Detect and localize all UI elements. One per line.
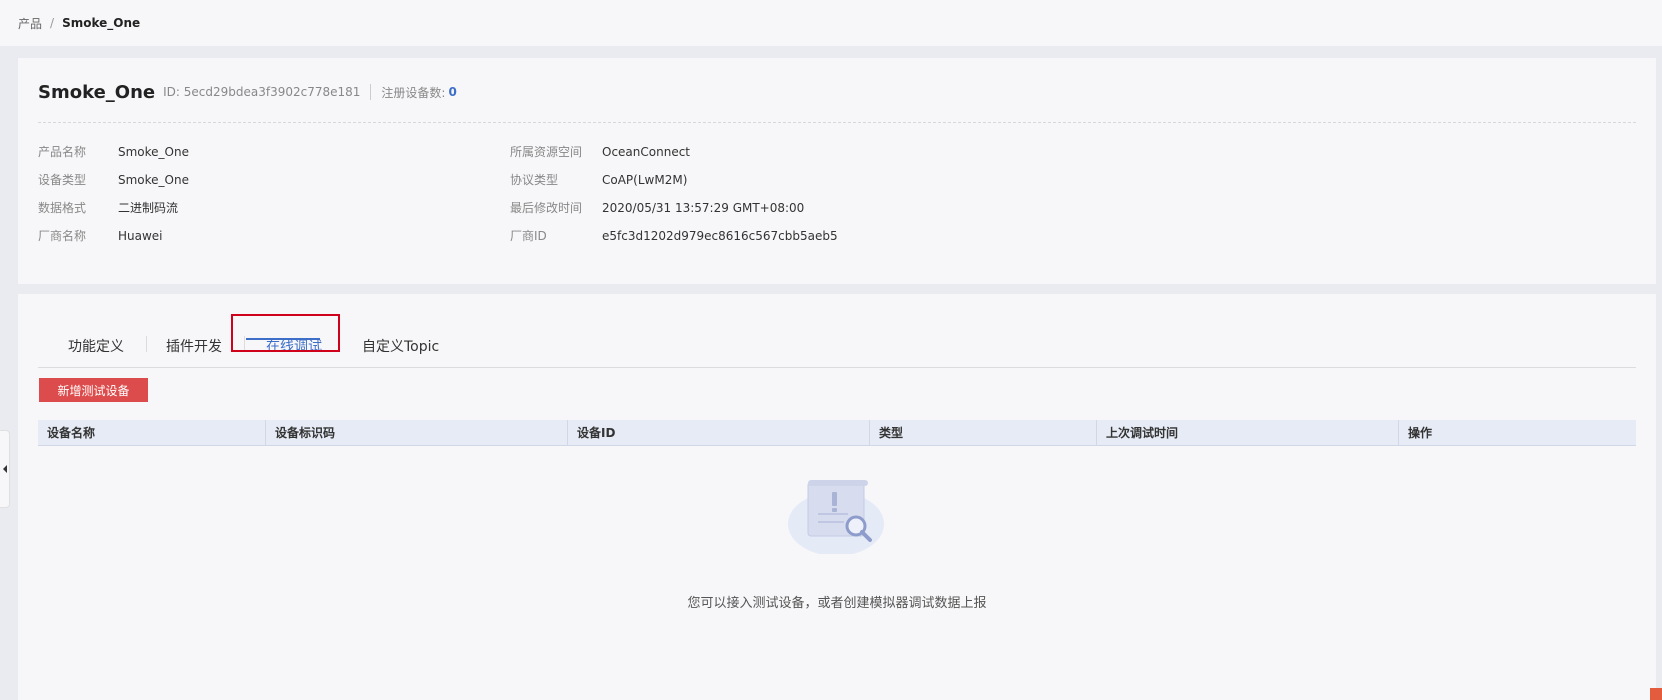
attr-last-modified: 最后修改时间 2020/05/31 13:57:29 GMT+08:00 xyxy=(510,199,804,216)
caret-left-icon xyxy=(2,465,7,473)
highlight-box xyxy=(231,314,340,352)
attr-value: 二进制码流 xyxy=(118,201,179,215)
product-id: ID: 5ecd29bdea3f3902c778e181 xyxy=(163,85,361,99)
attr-value: Smoke_One xyxy=(118,145,189,159)
column-header-device-name: 设备名称 xyxy=(47,426,96,440)
attr-manufacturer-id: 厂商ID e5fc3d1202d979ec8616c567cbb5aeb5 xyxy=(510,227,838,244)
attr-manufacturer-name: 厂商名称 Huawei xyxy=(38,227,163,244)
attr-product-name: 产品名称 Smoke_One xyxy=(38,143,189,160)
attr-protocol-type: 协议类型 CoAP(LwM2M) xyxy=(510,171,687,188)
registered-devices-count[interactable]: 0 xyxy=(448,85,456,99)
breadcrumb: 产品 / Smoke_One xyxy=(0,0,1662,46)
empty-document-search-icon xyxy=(788,480,884,554)
attr-label: 协议类型 xyxy=(510,173,559,187)
attr-value: CoAP(LwM2M) xyxy=(602,173,688,187)
tab-function-definition[interactable]: 功能定义 xyxy=(68,336,124,356)
column-header-last-debug-time: 上次调试时间 xyxy=(1096,420,1398,446)
breadcrumb-link-products[interactable]: 产品 xyxy=(18,15,42,32)
debug-panel: 功能定义 插件开发 在线调试 自定义Topic 新增测试设备 设备名称 设备标识… xyxy=(18,294,1656,700)
attr-label: 产品名称 xyxy=(38,145,87,159)
attr-label: 数据格式 xyxy=(38,201,87,215)
attr-value: OceanConnect xyxy=(602,145,691,159)
attr-resource-space: 所属资源空间 OceanConnect xyxy=(510,143,690,160)
attr-value: 2020/05/31 13:57:29 GMT+08:00 xyxy=(602,201,805,215)
sidebar-collapse-toggle[interactable] xyxy=(0,430,10,508)
add-test-device-button[interactable]: 新增测试设备 xyxy=(39,378,148,402)
attr-device-type: 设备类型 Smoke_One xyxy=(38,171,189,188)
attr-label: 厂商ID xyxy=(510,229,547,243)
tab-divider xyxy=(146,336,147,352)
attr-label: 厂商名称 xyxy=(38,229,87,243)
registered-devices-label: 注册设备数: xyxy=(381,85,446,100)
breadcrumb-separator: / xyxy=(50,16,55,30)
floating-widget-icon[interactable] xyxy=(1650,688,1662,700)
attr-label: 所属资源空间 xyxy=(510,145,583,159)
product-name-title: Smoke_One xyxy=(38,81,156,103)
column-header-device-identifier: 设备标识码 xyxy=(265,420,567,446)
breadcrumb-current: Smoke_One xyxy=(62,16,141,30)
tab-custom-topic[interactable]: 自定义Topic xyxy=(362,336,439,356)
empty-state-message: 您可以接入测试设备，或者创建模拟器调试数据上报 xyxy=(687,596,987,611)
divider xyxy=(38,122,1636,123)
product-title-row: Smoke_One ID: 5ecd29bdea3f3902c778e181 注… xyxy=(38,80,457,104)
attr-value: Huawei xyxy=(118,229,163,243)
tab-plugin-development[interactable]: 插件开发 xyxy=(166,336,222,356)
attr-value: Smoke_One xyxy=(118,173,189,187)
attr-label: 最后修改时间 xyxy=(510,201,583,215)
attr-label: 设备类型 xyxy=(38,173,87,187)
table-header: 设备名称 设备标识码 设备ID 类型 上次调试时间 操作 xyxy=(38,420,1636,446)
title-divider xyxy=(370,84,372,100)
product-info-card: Smoke_One ID: 5ecd29bdea3f3902c778e181 注… xyxy=(18,58,1656,284)
attr-data-format: 数据格式 二进制码流 xyxy=(38,199,178,216)
attr-value: e5fc3d1202d979ec8616c567cbb5aeb5 xyxy=(602,229,838,243)
column-header-type: 类型 xyxy=(869,420,1096,446)
column-header-actions: 操作 xyxy=(1398,420,1636,446)
column-header-device-id: 设备ID xyxy=(567,420,869,446)
